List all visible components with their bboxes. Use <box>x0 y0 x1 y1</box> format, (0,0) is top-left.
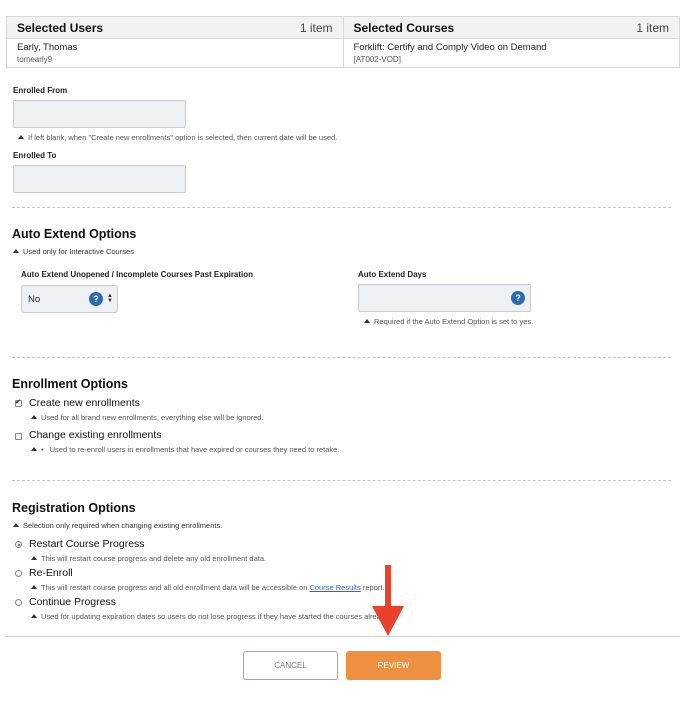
enrolled-from-input[interactable] <box>13 100 186 128</box>
auto-extend-days-input[interactable] <box>358 284 531 312</box>
registration-options-heading: Registration Options <box>12 501 136 515</box>
auto-extend-days-label: Auto Extend Days <box>358 270 427 279</box>
restart-progress-label[interactable]: Restart Course Progress <box>29 538 145 550</box>
caret-up-icon <box>31 614 37 618</box>
help-icon[interactable]: ? <box>511 291 525 305</box>
re-enroll-label[interactable]: Re-Enroll <box>29 567 73 579</box>
footer-divider <box>6 636 680 637</box>
enrolled-from-note: If left blank, when "Create new enrollme… <box>18 133 337 142</box>
restart-progress-radio[interactable] <box>15 541 22 548</box>
caret-up-icon <box>13 249 19 253</box>
selected-courses-panel: Selected Courses 1 item Forklift: Certif… <box>343 16 680 68</box>
bullet-glyph: • <box>41 445 44 454</box>
create-enrollments-checkbox[interactable] <box>15 398 22 407</box>
enrolled-to-input[interactable] <box>13 165 186 193</box>
continue-progress-radio[interactable] <box>15 599 22 606</box>
arrow-down-icon <box>372 606 404 636</box>
re-enroll-note-text: This will restart course progress and al… <box>41 583 308 592</box>
continue-progress-label[interactable]: Continue Progress <box>29 596 116 608</box>
caret-up-icon <box>18 135 24 139</box>
selected-user-row: Early, Thomas tomearly9 <box>7 39 343 68</box>
section-divider <box>12 480 671 481</box>
re-enroll-note: This will restart course progress and al… <box>31 583 385 592</box>
help-icon[interactable]: ? <box>89 292 103 306</box>
create-enrollments-note: Used for all brand new enrollments, ever… <box>31 413 264 422</box>
selected-users-panel: Selected Users 1 item Early, Thomas tome… <box>6 16 344 68</box>
chevron-up-down-icon: ▲ ▼ <box>107 293 113 304</box>
section-divider <box>12 357 671 358</box>
auto-extend-unopened-label: Auto Extend Unopened / Incomplete Course… <box>21 270 254 279</box>
registration-options-note-text: Selection only required when changing ex… <box>23 521 223 530</box>
auto-extend-heading: Auto Extend Options <box>12 227 137 241</box>
auto-extend-note: Used only for Interactive Courses <box>13 247 134 256</box>
continue-progress-note-text: Used for updating expiration dates so us… <box>41 612 391 621</box>
auto-extend-select[interactable]: No ? ▲ ▼ <box>21 285 118 313</box>
caret-up-icon <box>31 415 37 419</box>
enrolled-from-note-text: If left blank, when "Create new enrollme… <box>28 133 338 142</box>
selected-courses-title: Selected Courses <box>353 20 455 35</box>
annotation-arrow-shaft <box>385 565 391 610</box>
enrollment-options-heading: Enrollment Options <box>12 377 128 391</box>
auto-extend-days-note-text: Required if the Auto Extend Option is se… <box>374 317 534 326</box>
course-results-link[interactable]: Course Results <box>309 583 360 592</box>
enrolled-from-label: Enrolled From <box>13 86 68 95</box>
selected-courses-count: 1 item <box>636 20 669 35</box>
selected-course-code: [AT002-VOD] <box>353 55 401 64</box>
re-enroll-radio[interactable] <box>15 570 22 577</box>
selected-users-title: Selected Users <box>17 20 104 35</box>
registration-options-note: Selection only required when changing ex… <box>13 521 222 530</box>
caret-up-icon <box>13 523 19 527</box>
selected-users-count: 1 item <box>299 20 333 35</box>
selected-user-name: Early, Thomas <box>17 42 78 53</box>
create-enrollments-note-text: Used for all brand new enrollments, ever… <box>41 413 264 422</box>
selected-users-header: Selected Users 1 item <box>7 17 343 39</box>
change-enrollments-note-text: Used to re-enroll users in enrollments t… <box>49 445 340 454</box>
restart-progress-note-text: This will restart course progress and de… <box>41 554 267 563</box>
auto-extend-select-value: No <box>28 294 41 305</box>
enrolled-to-label: Enrolled To <box>13 151 57 160</box>
selected-course-name: Forklift: Certify and Comply Video on De… <box>353 42 547 53</box>
change-enrollments-note: • Used to re-enroll users in enrollments … <box>31 445 339 454</box>
create-enrollments-label[interactable]: Create new enrollments <box>29 397 140 409</box>
re-enroll-note-tail: report. <box>362 583 385 592</box>
caret-up-icon <box>31 585 37 589</box>
selected-user-username: tomearly9 <box>17 55 53 64</box>
caret-up-icon <box>364 319 370 323</box>
change-enrollments-label[interactable]: Change existing enrollments <box>29 429 162 441</box>
caret-up-icon <box>31 447 37 451</box>
section-divider <box>12 207 671 208</box>
selection-summary: Selected Users 1 item Early, Thomas tome… <box>6 16 680 68</box>
auto-extend-days-note: Required if the Auto Extend Option is se… <box>364 317 533 326</box>
auto-extend-note-text: Used only for Interactive Courses <box>23 247 134 256</box>
restart-progress-note: This will restart course progress and de… <box>31 554 266 563</box>
continue-progress-note: Used for updating expiration dates so us… <box>31 612 390 621</box>
caret-up-icon <box>31 556 37 560</box>
selected-courses-header: Selected Courses 1 item <box>343 17 679 39</box>
cancel-button[interactable]: CANCEL <box>243 651 338 680</box>
selected-course-row: Forklift: Certify and Comply Video on De… <box>344 39 680 68</box>
change-enrollments-checkbox[interactable] <box>15 433 22 440</box>
review-button[interactable]: REVIEW <box>346 651 441 680</box>
